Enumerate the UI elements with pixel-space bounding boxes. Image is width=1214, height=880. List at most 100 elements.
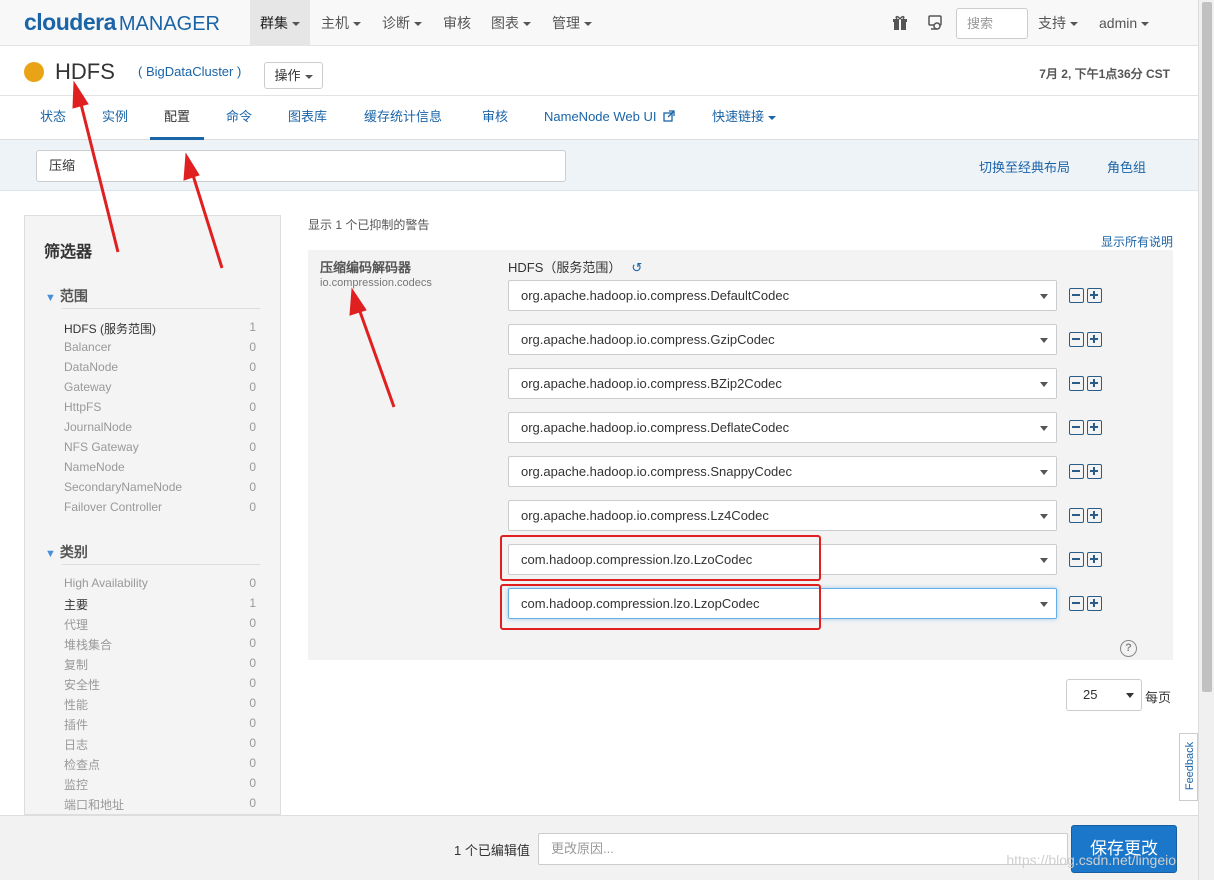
tab-status[interactable]: 状态 xyxy=(40,96,66,140)
tab-charts-library[interactable]: 图表库 xyxy=(288,96,327,140)
filter-category-plugins[interactable]: 插件 0 xyxy=(64,716,256,736)
filter-count: 0 xyxy=(249,360,256,374)
suppressed-warnings-link[interactable]: 显示 1 个已抑制的警告 xyxy=(308,216,429,233)
filter-count: 0 xyxy=(249,796,256,810)
add-row-icon[interactable] xyxy=(1087,552,1102,567)
add-row-icon[interactable] xyxy=(1087,376,1102,391)
remove-row-icon[interactable] xyxy=(1069,464,1084,479)
codec-value-select[interactable]: com.hadoop.compression.lzo.LzopCodec xyxy=(508,588,1057,619)
add-row-icon[interactable] xyxy=(1087,596,1102,611)
remove-row-icon[interactable] xyxy=(1069,332,1084,347)
config-search-input[interactable]: 压缩 xyxy=(36,150,566,182)
filter-category-monitoring[interactable]: 监控 0 xyxy=(64,776,256,796)
role-groups-link[interactable]: 角色组 xyxy=(1107,157,1146,176)
filter-scope-secondarynamenode[interactable]: SecondaryNameNode 0 xyxy=(64,480,256,500)
filter-category-high-availability[interactable]: High Availability 0 xyxy=(64,576,256,596)
tab-audits[interactable]: 审核 xyxy=(482,96,508,140)
filter-scope-namenode[interactable]: NameNode 0 xyxy=(64,460,256,480)
divider xyxy=(62,564,260,565)
filter-scope-journalnode[interactable]: JournalNode 0 xyxy=(64,420,256,440)
filter-count: 0 xyxy=(249,756,256,770)
row-actions xyxy=(1069,376,1103,392)
undo-icon[interactable]: ↺ xyxy=(631,260,642,276)
cluster-link[interactable]: ( BigDataCluster ) xyxy=(138,64,241,79)
filter-category-performance[interactable]: 性能 0 xyxy=(64,696,256,716)
nav-hosts[interactable]: 主机 xyxy=(311,0,371,46)
filter-label: 插件 xyxy=(64,718,89,732)
remove-row-icon[interactable] xyxy=(1069,288,1084,303)
user-monitor-icon[interactable] xyxy=(927,15,943,31)
filter-category-security[interactable]: 安全性 0 xyxy=(64,676,256,696)
nav-charts[interactable]: 图表 xyxy=(481,0,541,46)
codec-value-select[interactable]: org.apache.hadoop.io.compress.Lz4Codec xyxy=(508,500,1057,531)
page-size-select[interactable]: 25 xyxy=(1066,679,1142,711)
filter-scope-datanode[interactable]: DataNode 0 xyxy=(64,360,256,380)
scrollbar-thumb[interactable] xyxy=(1202,2,1212,692)
codec-value: org.apache.hadoop.io.compress.Lz4Codec xyxy=(521,508,769,523)
nav-audits[interactable]: 审核 xyxy=(433,0,481,46)
nav-user-menu[interactable]: admin xyxy=(1089,0,1159,46)
filter-scope-failover-controller[interactable]: Failover Controller 0 xyxy=(64,500,256,520)
feedback-tab[interactable]: Feedback xyxy=(1179,733,1198,801)
add-row-icon[interactable] xyxy=(1087,508,1102,523)
change-reason-input[interactable]: 更改原因... xyxy=(538,833,1068,865)
filter-category-proxy[interactable]: 代理 0 xyxy=(64,616,256,636)
codec-value-select[interactable]: org.apache.hadoop.io.compress.SnappyCode… xyxy=(508,456,1057,487)
scope-text: HDFS（服务范围） xyxy=(508,260,622,275)
tab-configuration[interactable]: 配置 xyxy=(150,96,205,140)
tab-namenode-web-ui[interactable]: NameNode Web UI xyxy=(544,96,676,140)
tab-cache-statistics[interactable]: 缓存统计信息 xyxy=(364,96,442,140)
dropdown-caret-icon xyxy=(1126,693,1134,698)
filter-category-checkpoint[interactable]: 检查点 0 xyxy=(64,756,256,776)
remove-row-icon[interactable] xyxy=(1069,420,1084,435)
remove-row-icon[interactable] xyxy=(1069,552,1084,567)
nav-administration[interactable]: 管理 xyxy=(542,0,602,46)
vertical-scrollbar[interactable] xyxy=(1198,0,1214,880)
category-group-toggle[interactable]: ▼ 类别 xyxy=(45,542,88,562)
codec-value-select[interactable]: org.apache.hadoop.io.compress.BZip2Codec xyxy=(508,368,1057,399)
tab-label: 快速链接 xyxy=(712,109,765,124)
filter-category-ports-addresses[interactable]: 端口和地址 0 xyxy=(64,796,256,816)
filter-category-main[interactable]: 主要 1 xyxy=(64,596,256,616)
remove-row-icon[interactable] xyxy=(1069,508,1084,523)
codec-value-select[interactable]: com.hadoop.compression.lzo.LzoCodec xyxy=(508,544,1057,575)
tab-commands[interactable]: 命令 xyxy=(226,96,252,140)
tab-instances[interactable]: 实例 xyxy=(102,96,128,140)
cloudera-logo[interactable]: cloudera MANAGER xyxy=(24,9,220,36)
filter-scope-balancer[interactable]: Balancer 0 xyxy=(64,340,256,360)
filter-scope-httpfs[interactable]: HttpFS 0 xyxy=(64,400,256,420)
add-row-icon[interactable] xyxy=(1087,332,1102,347)
codec-value-select[interactable]: org.apache.hadoop.io.compress.DeflateCod… xyxy=(508,412,1057,443)
add-row-icon[interactable] xyxy=(1087,464,1102,479)
codec-value-select[interactable]: org.apache.hadoop.io.compress.GzipCodec xyxy=(508,324,1057,355)
property-key: io.compression.codecs xyxy=(320,277,432,289)
filter-category-replication[interactable]: 复制 0 xyxy=(64,656,256,676)
nav-diagnostics[interactable]: 诊断 xyxy=(372,0,432,46)
page-size-value: 25 xyxy=(1083,687,1098,702)
add-row-icon[interactable] xyxy=(1087,420,1102,435)
add-row-icon[interactable] xyxy=(1087,288,1102,303)
filter-category-stacks[interactable]: 堆栈集合 0 xyxy=(64,636,256,656)
filter-scope-gateway[interactable]: Gateway 0 xyxy=(64,380,256,400)
nav-clusters[interactable]: 群集 xyxy=(250,0,310,46)
actions-button[interactable]: 操作 xyxy=(264,62,323,89)
filter-scope-nfs-gateway[interactable]: NFS Gateway 0 xyxy=(64,440,256,460)
global-search-input[interactable]: 搜索 xyxy=(956,8,1028,39)
help-icon[interactable]: ? xyxy=(1120,640,1137,657)
scope-group-toggle[interactable]: ▼ 范围 xyxy=(45,286,88,306)
nav-support[interactable]: 支持 xyxy=(1028,0,1088,46)
remove-row-icon[interactable] xyxy=(1069,596,1084,611)
filter-label: DataNode xyxy=(64,360,119,374)
show-all-descriptions-link[interactable]: 显示所有说明 xyxy=(1101,233,1173,250)
filter-scope-hdfs[interactable]: HDFS (服务范围) 1 xyxy=(64,320,256,340)
filter-category-logs[interactable]: 日志 0 xyxy=(64,736,256,756)
remove-row-icon[interactable] xyxy=(1069,376,1084,391)
nav-label: 审核 xyxy=(443,15,471,31)
filter-count: 0 xyxy=(249,420,256,434)
tab-quick-links[interactable]: 快速链接 xyxy=(712,96,777,140)
gift-icon[interactable] xyxy=(892,15,908,31)
config-search-bar: 压缩 切换至经典布局 角色组 xyxy=(0,140,1198,191)
codec-value-select[interactable]: org.apache.hadoop.io.compress.DefaultCod… xyxy=(508,280,1057,311)
switch-classic-layout-link[interactable]: 切换至经典布局 xyxy=(979,157,1070,176)
dropdown-caret-icon xyxy=(1040,602,1048,607)
